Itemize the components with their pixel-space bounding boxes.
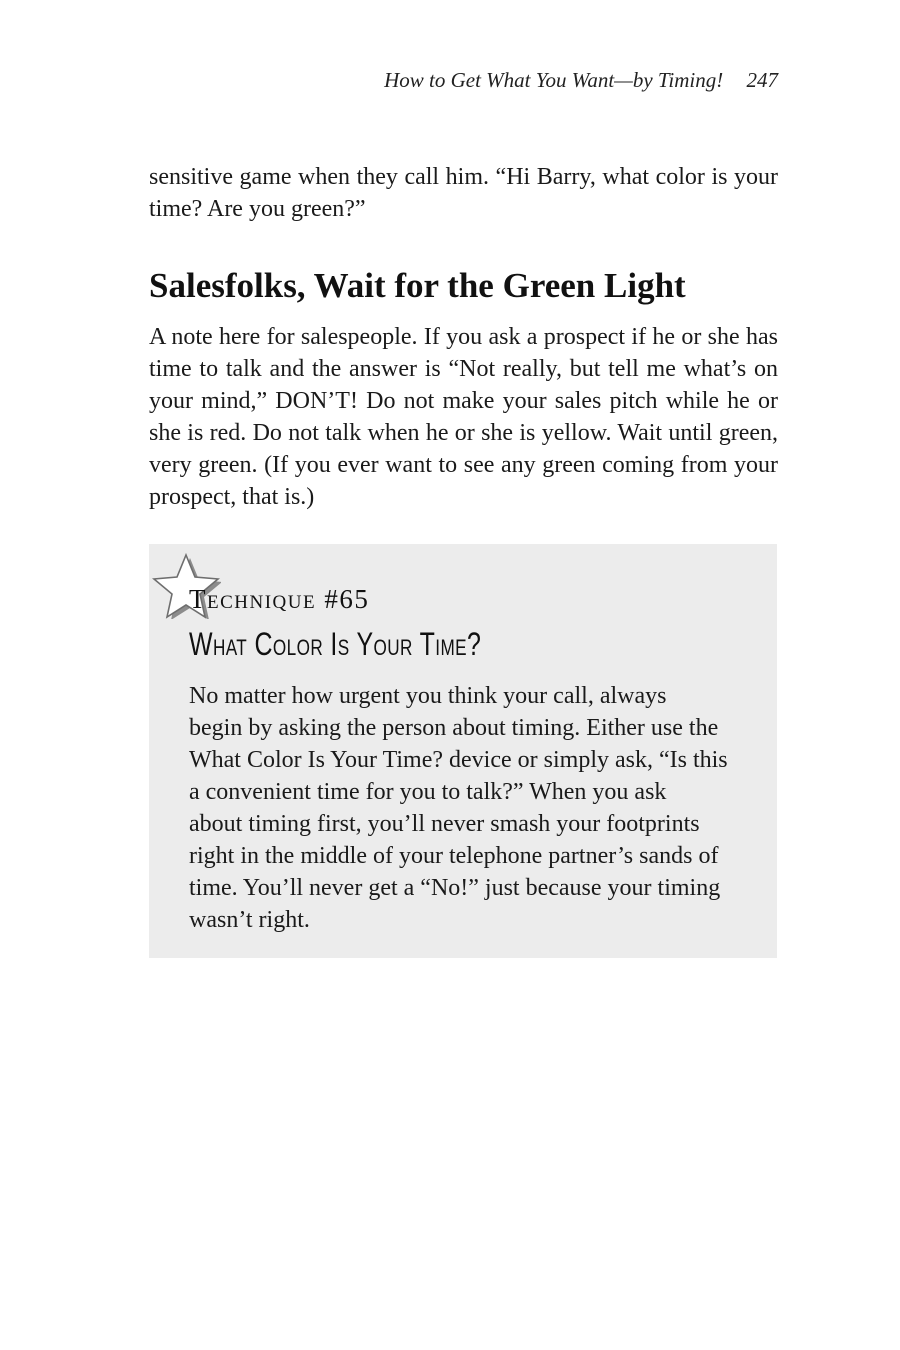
paragraph-sales-note: A note here for salespeople. If you ask … [149, 324, 778, 510]
technique-body: No matter how urgent you think your call… [189, 680, 749, 936]
technique-title: What Color Is Your Time? [189, 626, 482, 662]
technique-body-line: about timing first, you’ll never smash y… [189, 811, 700, 837]
technique-body-line: time. You’ll never get a “No!” just beca… [189, 875, 721, 901]
running-head: How to Get What You Want—by Timing! 247 [384, 68, 778, 93]
technique-body-line: What Color Is Your Time? device or simpl… [189, 747, 728, 773]
page-number: 247 [746, 68, 779, 92]
section-heading: Salesfolks, Wait for the Green Light [149, 266, 686, 305]
technique-body-line: No matter how urgent you think your call… [189, 683, 667, 709]
technique-box: Technique #65 What Color Is Your Time? N… [149, 544, 777, 958]
technique-body-line: right in the middle of your telephone pa… [189, 843, 719, 869]
technique-body-line: begin by asking the person about timing.… [189, 715, 719, 741]
technique-body-line: a convenient time for you to talk?” When… [189, 779, 667, 805]
paragraph-continuation: sensitive game when they call him. “Hi B… [149, 164, 778, 222]
technique-body-line: wasn’t right. [189, 907, 310, 933]
technique-label: Technique #65 [189, 584, 370, 614]
running-head-title: How to Get What You Want—by Timing! [384, 68, 724, 92]
